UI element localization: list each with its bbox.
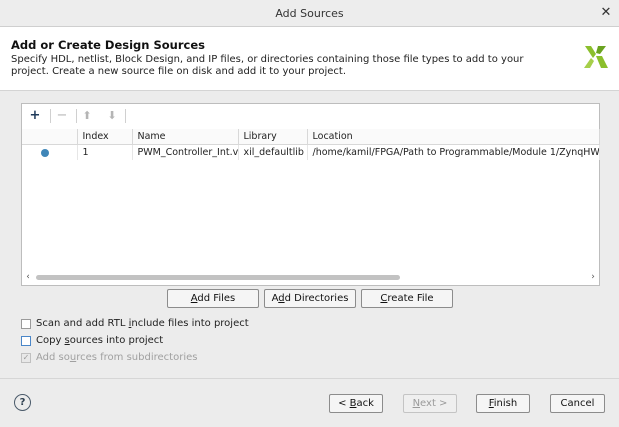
table-row[interactable]: 1 PWM_Controller_Int.v xil_defaultlib /h… — [22, 144, 600, 160]
toolbar-divider — [50, 109, 51, 123]
index-cell: 1 — [77, 144, 133, 160]
next-button: Next > — [403, 394, 457, 413]
dialog-header: Add or Create Design Sources Specify HDL… — [0, 27, 619, 91]
sources-table: Index Name Library Location 1 PWM_Contro… — [22, 129, 600, 160]
column-header-library[interactable]: Library — [238, 129, 308, 145]
location-cell: /home/kamil/FPGA/Path to Programmable/Mo… — [307, 144, 600, 160]
table-header-row: Index Name Library Location — [22, 129, 600, 145]
cancel-button[interactable]: Cancel — [550, 394, 605, 413]
copy-sources-checkbox[interactable] — [21, 336, 31, 346]
column-header-status[interactable] — [22, 129, 78, 145]
remove-icon[interactable]: − — [53, 107, 71, 125]
move-up-icon[interactable]: ⬆ — [78, 107, 96, 125]
horizontal-scrollbar[interactable]: ‹ › — [22, 271, 599, 284]
header-title: Add or Create Design Sources — [11, 38, 205, 52]
add-subdirs-label: Add sources from subdirectories — [36, 352, 198, 363]
footer-divider — [0, 378, 619, 379]
window-title: Add Sources — [275, 7, 344, 20]
scrollbar-thumb[interactable] — [36, 275, 400, 280]
name-cell: PWM_Controller_Int.v — [132, 144, 239, 160]
help-icon[interactable]: ? — [14, 394, 31, 411]
file-status-icon — [41, 148, 49, 157]
scroll-right-icon[interactable]: › — [587, 271, 599, 284]
column-header-location[interactable]: Location — [307, 129, 600, 145]
library-cell[interactable]: xil_defaultlib — [238, 144, 308, 160]
scroll-left-icon[interactable]: ‹ — [22, 271, 34, 284]
sources-toolbar: + − ⬆ ⬇ — [22, 104, 599, 127]
move-down-icon[interactable]: ⬇ — [103, 107, 121, 125]
finish-button[interactable]: Finish — [476, 394, 530, 413]
column-header-index[interactable]: Index — [77, 129, 133, 145]
copy-sources-label[interactable]: Copy sources into project — [36, 335, 163, 346]
add-subdirs-checkbox: ✓ — [21, 353, 31, 363]
add-files-button[interactable]: Add Files — [167, 289, 259, 308]
scan-rtl-checkbox[interactable] — [21, 319, 31, 329]
title-bar: Add Sources ✕ — [0, 0, 619, 27]
create-file-button[interactable]: Create File — [361, 289, 453, 308]
add-directories-button[interactable]: Add Directories — [264, 289, 356, 308]
sources-panel: + − ⬆ ⬇ Index Name Library Location 1 PW… — [21, 103, 600, 286]
column-header-name[interactable]: Name — [132, 129, 239, 145]
back-button[interactable]: < Back — [329, 394, 383, 413]
close-icon[interactable]: ✕ — [598, 5, 614, 21]
scan-rtl-label[interactable]: Scan and add RTL include files into proj… — [36, 318, 249, 329]
xilinx-logo-icon — [584, 46, 608, 68]
toolbar-divider — [125, 109, 126, 123]
status-cell — [22, 144, 78, 160]
add-icon[interactable]: + — [26, 107, 44, 125]
toolbar-divider — [76, 109, 77, 123]
header-description: Specify HDL, netlist, Block Design, and … — [11, 54, 524, 77]
